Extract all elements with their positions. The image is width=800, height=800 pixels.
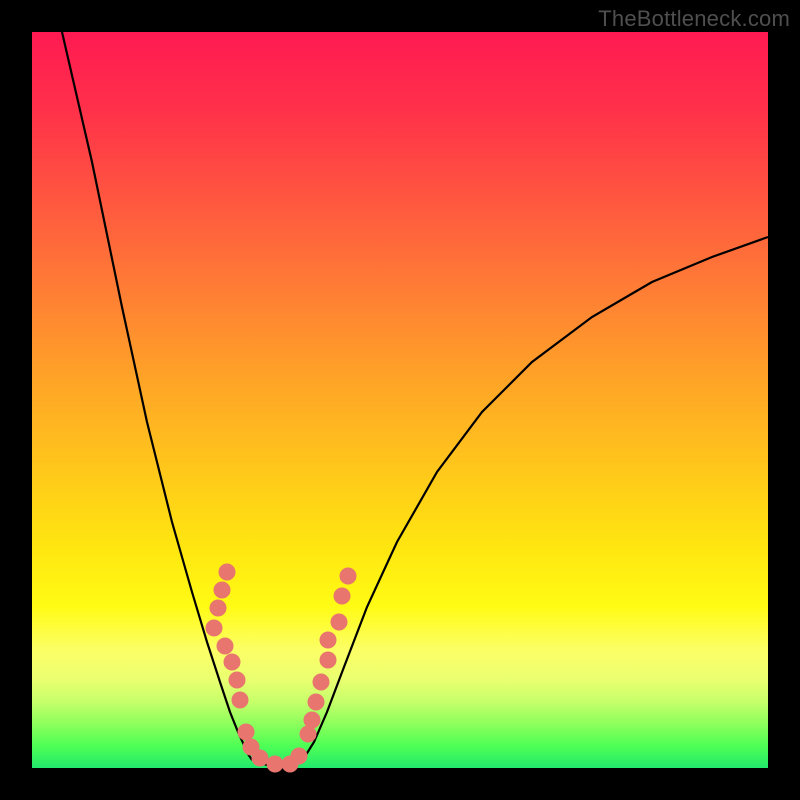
bead-dot (210, 600, 226, 616)
bead-dot (300, 726, 316, 742)
bead-dot (320, 632, 336, 648)
bead-dot (340, 568, 356, 584)
bead-dot (232, 692, 248, 708)
bead-dot (252, 750, 268, 766)
bead-dot (320, 652, 336, 668)
bead-dot (238, 724, 254, 740)
watermark-text: TheBottleneck.com (598, 6, 790, 32)
bead-dot (291, 748, 307, 764)
bead-dot (308, 694, 324, 710)
bead-dot (229, 672, 245, 688)
curve-right-branch (304, 237, 768, 758)
bead-dot (267, 756, 283, 772)
bead-dot (214, 582, 230, 598)
bead-dot (331, 614, 347, 630)
bead-dot (304, 712, 320, 728)
chart-frame (32, 32, 768, 768)
bead-dot (217, 638, 233, 654)
beads-left-cluster (206, 564, 307, 772)
bead-dot (224, 654, 240, 670)
bead-dot (334, 588, 350, 604)
bead-dot (206, 620, 222, 636)
chart-overlay (32, 32, 768, 768)
bead-dot (313, 674, 329, 690)
bead-dot (219, 564, 235, 580)
